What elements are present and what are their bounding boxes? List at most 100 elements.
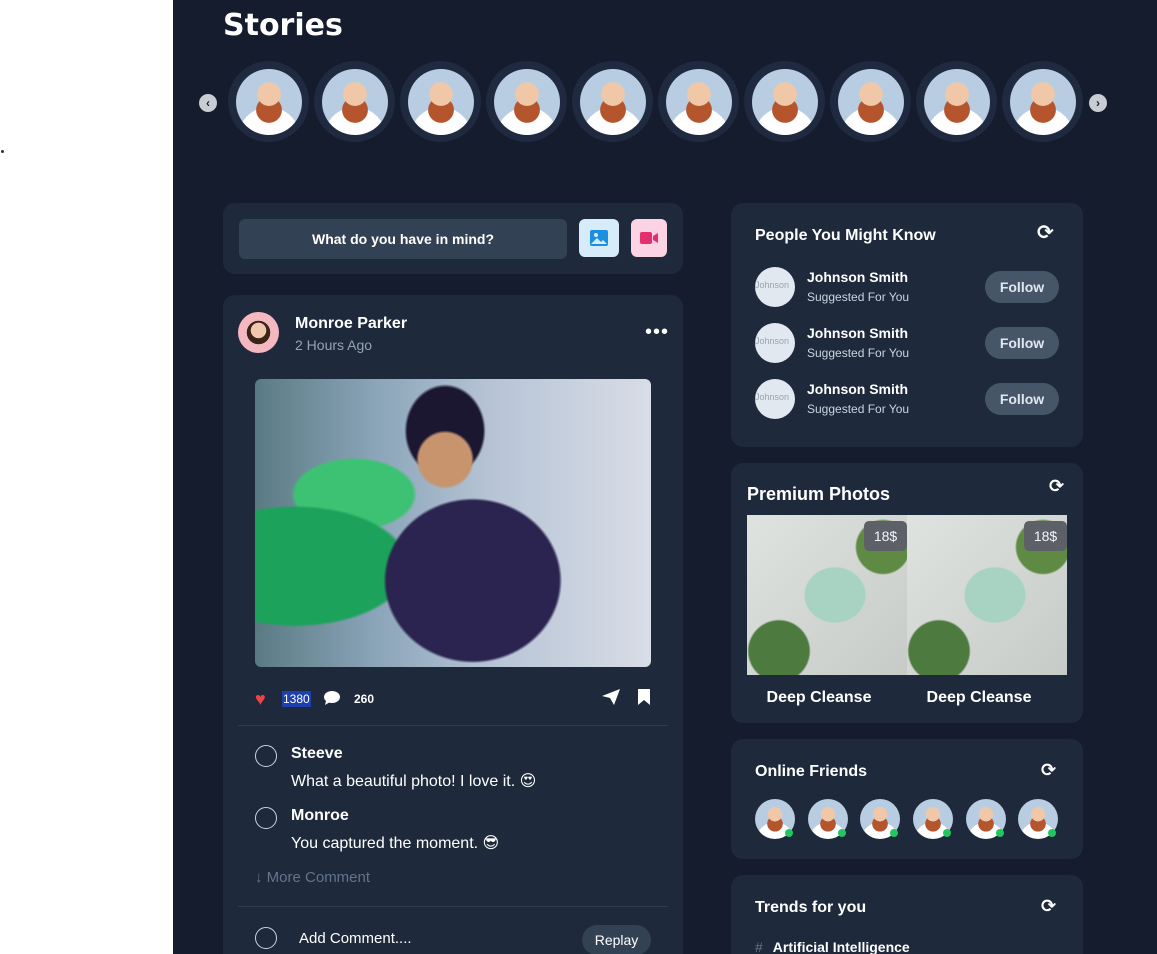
story-item[interactable] — [486, 61, 567, 142]
follow-button[interactable]: Follow — [985, 271, 1059, 303]
suggestion-item: Johnson Johnson Smith Suggested For You … — [755, 267, 1059, 307]
premium-title: Premium Photos — [747, 484, 891, 504]
post-author-name[interactable]: Monroe Parker — [295, 315, 407, 333]
arrow-down-icon: ↓ — [255, 869, 267, 886]
online-friend[interactable] — [966, 799, 1006, 839]
story-avatar — [235, 68, 302, 135]
online-friends-title: Online Friends — [755, 763, 868, 780]
suggestion-avatar: Johnson — [755, 323, 795, 363]
online-friend[interactable] — [808, 799, 848, 839]
online-friend[interactable] — [755, 799, 795, 839]
story-avatar — [665, 68, 732, 135]
hashtag-icon: # — [755, 939, 763, 954]
story-item[interactable] — [830, 61, 911, 142]
story-item[interactable] — [658, 61, 739, 142]
story-item[interactable] — [228, 61, 309, 142]
more-comment-label: More Comment — [266, 869, 371, 886]
trend-label: Artificial Intelligence — [772, 939, 910, 954]
online-status-dot — [785, 829, 793, 837]
trends-for-you: Trends for you ⟳ # Artificial Intelligenc… — [731, 875, 1083, 954]
story-avatar — [579, 68, 646, 135]
follow-button[interactable]: Follow — [985, 327, 1059, 359]
post-author-avatar[interactable] — [238, 312, 279, 353]
commenter-avatar — [255, 807, 277, 829]
premium-photo[interactable]: 18$ — [907, 515, 1067, 675]
people-you-might-know: People You Might Know ⟳ Johnson Johnson … — [731, 203, 1083, 447]
suggestion-subtitle: Suggested For You — [807, 402, 910, 416]
comments-count: 260 — [354, 692, 375, 706]
trend-item[interactable]: # Artificial Intelligence — [755, 939, 910, 954]
suggestion-avatar: Johnson — [755, 379, 795, 419]
post-composer: What do you have in mind? — [223, 203, 683, 274]
online-status-dot — [996, 829, 1004, 837]
story-avatar — [751, 68, 818, 135]
online-friend[interactable] — [860, 799, 900, 839]
post-card: Monroe Parker 2 Hours Ago ••• ♥ 1380 260… — [223, 295, 683, 954]
premium-photos: Premium Photos ⟳ 18$ 18$ Deep Cleanse De… — [731, 463, 1083, 723]
premium-photo[interactable]: 18$ — [747, 515, 907, 675]
product-label[interactable]: Deep Cleanse — [899, 689, 1059, 707]
add-photo-button[interactable] — [579, 219, 619, 257]
add-video-button[interactable] — [631, 219, 667, 257]
story-avatar — [1009, 68, 1076, 135]
price-badge: 18$ — [864, 521, 907, 551]
refresh-icon[interactable]: ⟳ — [1041, 897, 1056, 915]
image-icon — [590, 230, 608, 246]
comment-icon[interactable] — [323, 690, 341, 711]
add-comment-input[interactable]: Add Comment.... — [299, 930, 412, 947]
stories-next-button[interactable]: › — [1089, 94, 1107, 112]
story-item[interactable] — [916, 61, 997, 142]
commenter-name[interactable]: Steeve — [291, 745, 343, 763]
divider — [238, 725, 668, 726]
suggestion-name[interactable]: Johnson Smith — [807, 381, 908, 397]
commenter-name[interactable]: Monroe — [291, 807, 349, 825]
online-friends: Online Friends ⟳ — [731, 739, 1083, 859]
story-item[interactable] — [744, 61, 825, 142]
stories-prev-button[interactable]: ‹ — [199, 94, 217, 112]
story-avatar — [493, 68, 560, 135]
refresh-icon[interactable]: ⟳ — [1049, 477, 1064, 495]
replay-button[interactable]: Replay — [582, 925, 651, 954]
commenter-avatar — [255, 745, 277, 767]
more-options-icon[interactable]: ••• — [645, 322, 669, 342]
current-user-avatar — [255, 927, 277, 949]
story-avatar — [407, 68, 474, 135]
online-status-dot — [1048, 829, 1056, 837]
people-title: People You Might Know — [755, 227, 936, 244]
online-friend[interactable] — [1018, 799, 1058, 839]
composer-input[interactable]: What do you have in mind? — [239, 219, 567, 259]
more-comment-link[interactable]: ↓ More Comment — [255, 869, 370, 886]
suggestion-name[interactable]: Johnson Smith — [807, 325, 908, 341]
like-icon[interactable]: ♥ — [255, 690, 266, 708]
share-icon[interactable] — [601, 688, 621, 711]
product-label[interactable]: Deep Cleanse — [739, 689, 899, 707]
story-avatar — [923, 68, 990, 135]
add-comment-row: Add Comment.... Replay — [255, 925, 655, 954]
story-item[interactable] — [572, 61, 653, 142]
suggestion-avatar: Johnson — [755, 267, 795, 307]
main-feed: Stories ‹ › What do you have in mind? Mo… — [173, 0, 1157, 954]
follow-button[interactable]: Follow — [985, 383, 1059, 415]
suggestion-name[interactable]: Johnson Smith — [807, 269, 908, 285]
page-dot — [1, 150, 4, 153]
divider — [238, 906, 668, 907]
bookmark-icon[interactable] — [637, 688, 651, 711]
post-photo[interactable] — [255, 379, 651, 667]
refresh-icon[interactable]: ⟳ — [1037, 223, 1054, 243]
story-item[interactable] — [400, 61, 481, 142]
stories-title: Stories — [223, 8, 343, 43]
online-status-dot — [838, 829, 846, 837]
price-badge: 18$ — [1024, 521, 1067, 551]
refresh-icon[interactable]: ⟳ — [1041, 761, 1056, 779]
suggestion-item: Johnson Johnson Smith Suggested For You … — [755, 323, 1059, 363]
story-avatar — [837, 68, 904, 135]
story-item[interactable] — [314, 61, 395, 142]
video-icon — [640, 232, 658, 244]
online-friend[interactable] — [913, 799, 953, 839]
comment-text: You captured the moment. 😎 — [291, 835, 500, 852]
post-stats: ♥ 1380 260 — [255, 688, 651, 710]
story-avatar — [321, 68, 388, 135]
story-item[interactable] — [1002, 61, 1083, 142]
suggestion-subtitle: Suggested For You — [807, 346, 910, 360]
suggestion-subtitle: Suggested For You — [807, 290, 910, 304]
